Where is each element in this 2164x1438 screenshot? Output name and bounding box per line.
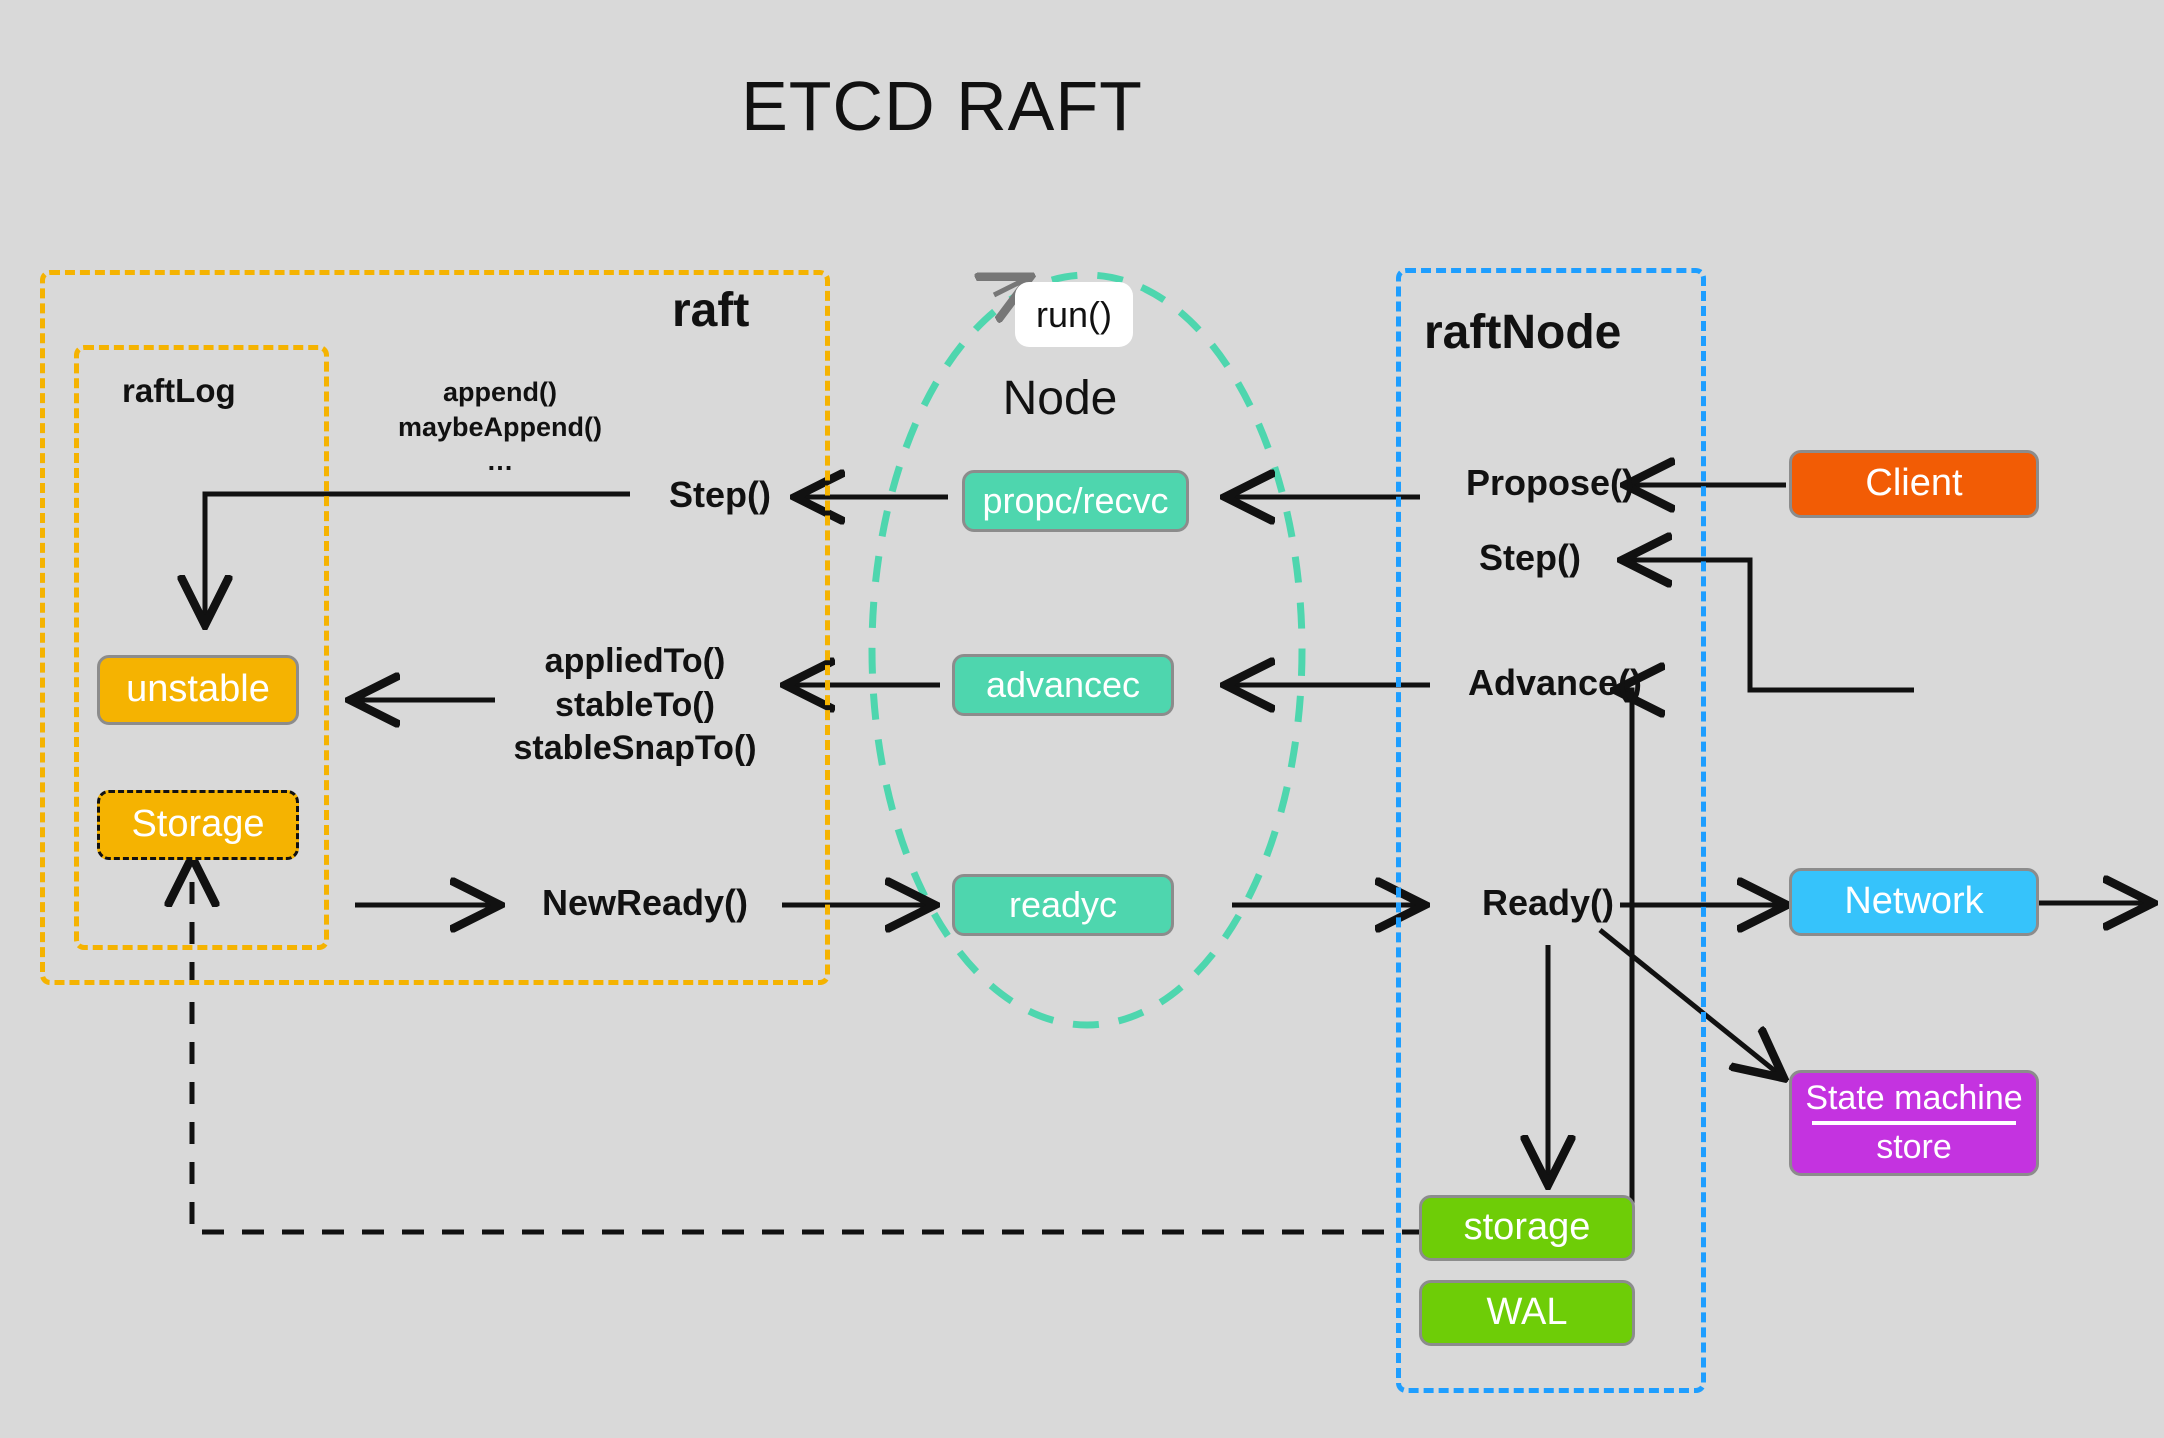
diagram-canvas: raft raftLog raftNode ETCD RAFT Node run… [0,0,2164,1438]
run-label-chip: run() [1015,282,1133,347]
label-append-group: append() maybeAppend() … [397,377,603,477]
box-storage-raftnode[interactable]: storage [1419,1195,1635,1261]
label-advance: Advance() [1467,662,1643,703]
label-propose: Propose() [1465,462,1634,503]
box-storage-raft[interactable]: Storage [97,790,299,860]
label-newready: NewReady() [541,882,749,923]
box-state-machine[interactable]: State machine store [1789,1070,2039,1176]
label-applied-group: appliedTo() stableTo() stableSnapTo() [513,642,757,768]
state-machine-divider [1811,1121,2017,1125]
node-group-label: Node [1002,372,1118,425]
label-ready: Ready() [1481,882,1615,923]
state-machine-label-bottom: store [1876,1128,1952,1166]
page-title: ETCD RAFT [741,67,1143,145]
panel-title-raftlog: raftLog [122,372,236,409]
panel-title-raft: raft [672,284,750,337]
label-step-raft: Step() [669,474,771,515]
panel-title-raftnode: raftNode [1424,306,1622,359]
box-propc-recvc[interactable]: propc/recvc [962,470,1189,532]
box-readyc[interactable]: readyc [952,874,1174,936]
box-wal[interactable]: WAL [1419,1280,1635,1346]
label-step-raftnode: Step() [1479,537,1581,578]
box-unstable[interactable]: unstable [97,655,299,725]
box-advancec[interactable]: advancec [952,654,1174,716]
box-network[interactable]: Network [1789,868,2039,936]
state-machine-label-top: State machine [1805,1078,2023,1117]
box-client[interactable]: Client [1789,450,2039,518]
